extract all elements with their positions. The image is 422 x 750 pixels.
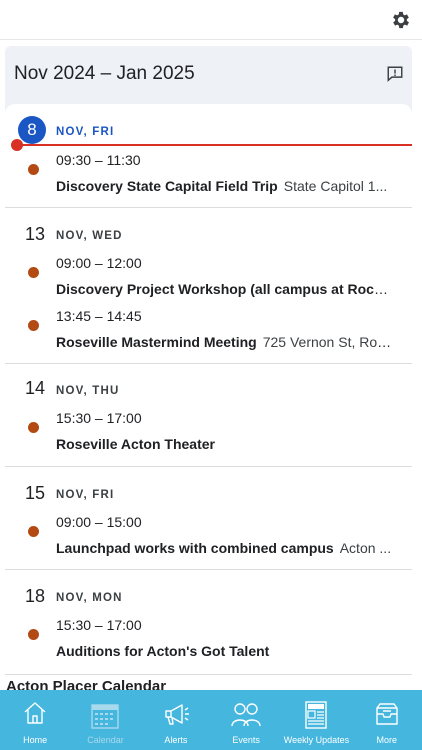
date-range: Nov 2024 – Jan 2025 (14, 63, 195, 84)
day-number[interactable]: 13 (25, 224, 45, 245)
event-title-row[interactable]: Discovery Project Workshop (all campus a… (56, 281, 393, 297)
current-time-dot (11, 139, 23, 151)
feedback-icon[interactable] (386, 65, 404, 83)
event-dot (28, 267, 39, 278)
agenda-day: 18 NOV, MON 15:30 – 17:00 Auditions for … (5, 570, 412, 675)
event-location: 725 Vernon St, Ros... (262, 334, 393, 350)
day-name: NOV, THU (56, 385, 120, 397)
agenda-day: 15 NOV, FRI 09:00 – 15:00 Launchpad work… (5, 467, 412, 570)
event-time[interactable]: 13:45 – 14:45 (56, 308, 142, 324)
event-title-row[interactable]: Roseville Mastermind Meeting 725 Vernon S… (56, 334, 393, 350)
event-title-row[interactable]: Auditions for Acton's Got Talent (56, 643, 393, 659)
event-time[interactable]: 09:00 – 15:00 (56, 514, 142, 530)
event-title: Discovery Project Workshop (all campus a… (56, 281, 393, 297)
tab-label: Calendar (87, 735, 124, 745)
event-title: Launchpad works with combined campus (56, 540, 334, 556)
event-location: State Capitol 1... (283, 178, 388, 194)
current-time-line (17, 144, 412, 146)
day-name: NOV, FRI (56, 489, 115, 501)
event-title: Auditions for Acton's Got Talent (56, 643, 270, 659)
home-icon (24, 702, 46, 724)
tab-label: Events (232, 735, 260, 745)
calendar-widget: Nov 2024 – Jan 2025 8 NOV, FRI 09:30 – 1… (5, 46, 412, 696)
day-name: NOV, MON (56, 592, 123, 604)
event-time[interactable]: 15:30 – 17:00 (56, 410, 142, 426)
day-name: NOV, FRI (56, 126, 115, 138)
agenda-day: 8 NOV, FRI 09:30 – 11:30 Discovery State… (5, 104, 412, 208)
people-icon (231, 703, 261, 727)
day-name: NOV, WED (56, 230, 123, 242)
event-time[interactable]: 09:00 – 12:00 (56, 255, 142, 271)
event-dot (28, 526, 39, 537)
agenda-day: 13 NOV, WED 09:00 – 12:00 Discovery Proj… (5, 208, 412, 364)
day-number-today[interactable]: 8 (18, 116, 46, 144)
event-title-row[interactable]: Roseville Acton Theater (56, 436, 393, 452)
tab-label: Alerts (164, 735, 188, 745)
event-time[interactable]: 09:30 – 11:30 (56, 152, 141, 168)
day-number[interactable]: 15 (25, 483, 45, 504)
agenda-day: 14 NOV, THU 15:30 – 17:00 Roseville Acto… (5, 364, 412, 467)
day-number[interactable]: 14 (25, 378, 45, 399)
day-number[interactable]: 18 (25, 586, 45, 607)
calendar-header: Nov 2024 – Jan 2025 (5, 46, 412, 104)
event-dot (28, 320, 39, 331)
event-title: Discovery State Capital Field Trip (56, 178, 278, 194)
event-title: Roseville Acton Theater (56, 436, 215, 452)
event-dot (28, 422, 39, 433)
event-time[interactable]: 15:30 – 17:00 (56, 617, 142, 633)
event-dot (28, 164, 39, 175)
tab-home[interactable]: Home (0, 690, 70, 750)
tab-more[interactable]: More (352, 690, 422, 750)
newspaper-icon (305, 701, 328, 729)
megaphone-icon (165, 704, 189, 725)
inbox-icon (376, 703, 398, 725)
tab-weekly-updates[interactable]: Weekly Updates (281, 690, 351, 750)
event-dot (28, 629, 39, 640)
event-title-row[interactable]: Launchpad works with combined campus Acto… (56, 540, 393, 556)
agenda-list: 8 NOV, FRI 09:30 – 11:30 Discovery State… (5, 104, 412, 696)
tab-calendar[interactable]: Calendar (70, 690, 140, 750)
tab-label: Home (23, 735, 48, 745)
gear-icon[interactable] (390, 9, 412, 31)
calendar-icon (91, 704, 120, 729)
top-bar (0, 0, 422, 40)
event-title: Roseville Mastermind Meeting (56, 334, 257, 350)
tab-label: Weekly Updates (283, 735, 350, 745)
tab-label: More (376, 735, 398, 745)
tab-alerts[interactable]: Alerts (141, 690, 211, 750)
event-title-row[interactable]: Discovery State Capital Field Trip State … (56, 178, 393, 194)
event-location: Acton ... (339, 540, 392, 556)
bottom-tab-bar: Home Calendar Alerts Events Weekly Updat… (0, 690, 422, 750)
tab-events[interactable]: Events (211, 690, 281, 750)
